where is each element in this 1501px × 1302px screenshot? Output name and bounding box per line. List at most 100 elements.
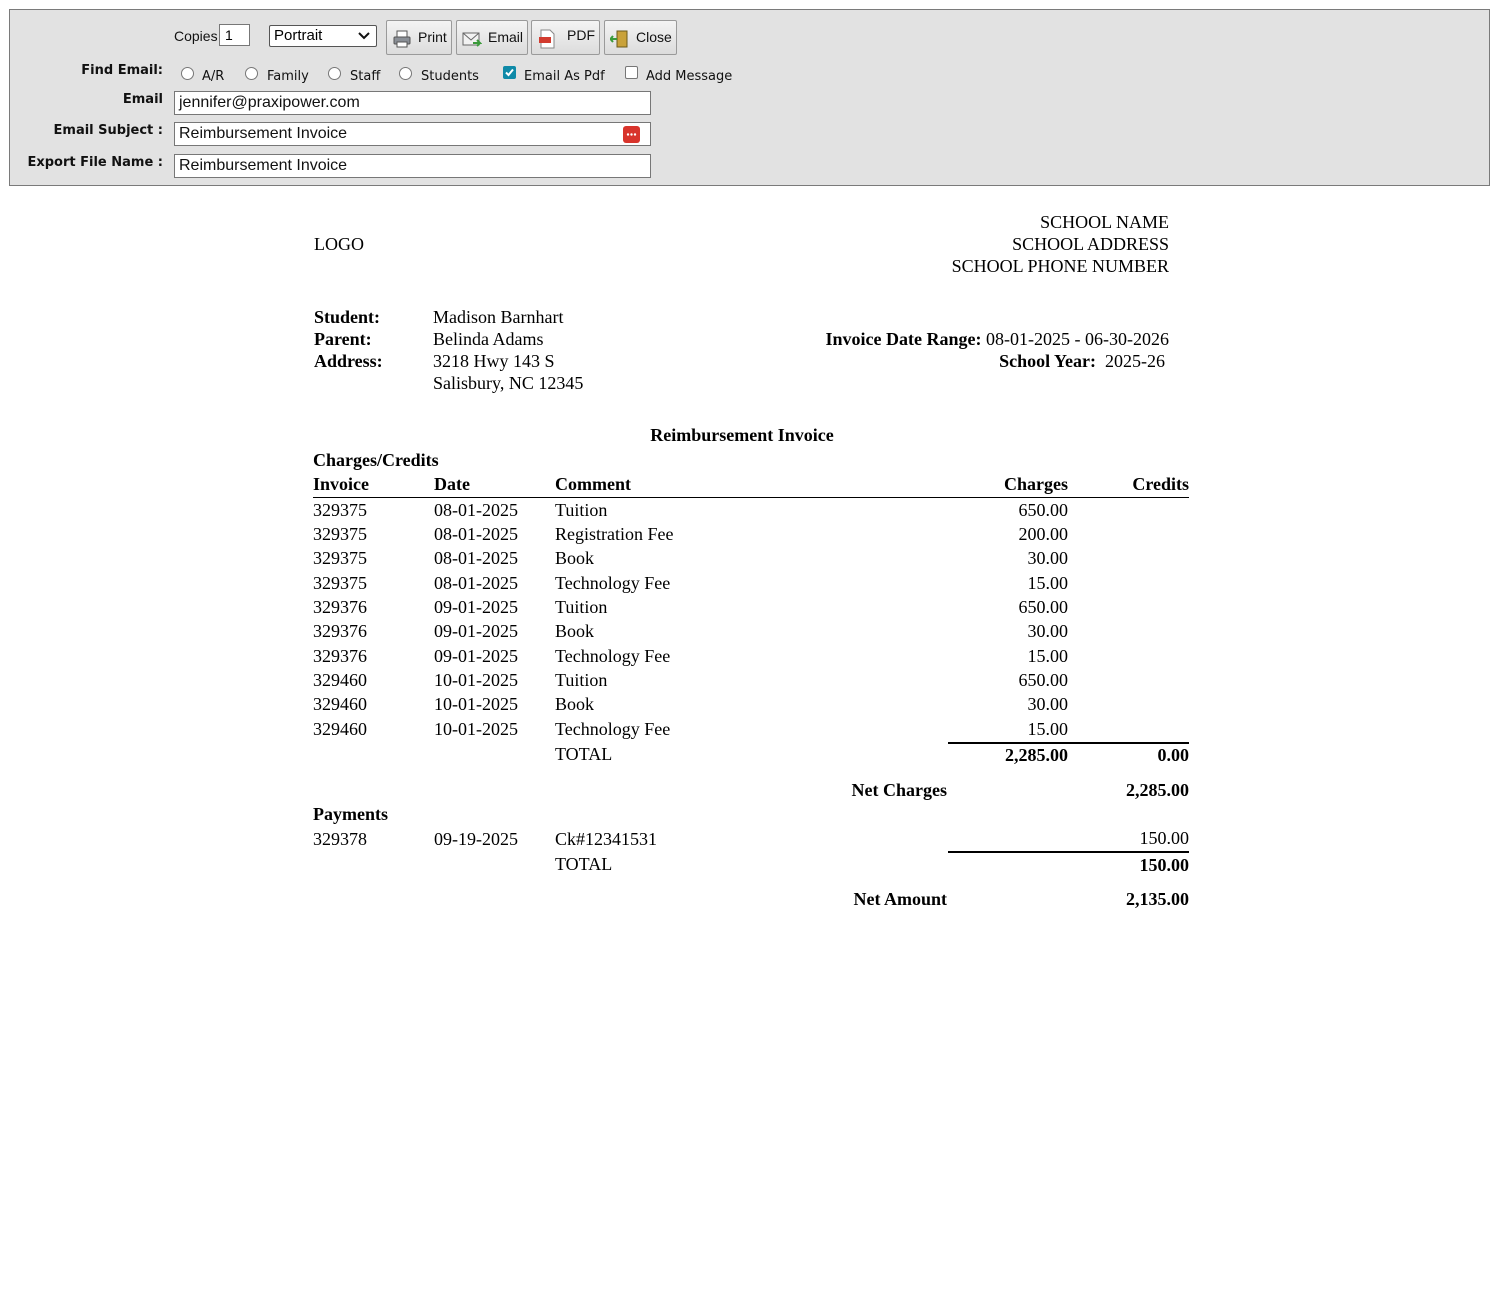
chevron-down-icon (358, 32, 370, 40)
row-charges: 650.00 (1018, 597, 1069, 617)
email-as-pdf-label: Email As Pdf (524, 69, 605, 84)
row-charges: 15.00 (1027, 646, 1069, 666)
payments-total: 150.00 (1139, 855, 1190, 875)
school-year-value: 2025-26 (1105, 351, 1165, 371)
copies-label: Copies (174, 28, 218, 44)
export-file-name-field[interactable]: Reimbursement Invoice (174, 154, 651, 178)
address-line1: 3218 Hwy 143 S (433, 351, 555, 371)
email-button[interactable]: Email (456, 20, 528, 55)
charges-credits-heading: Charges/Credits (313, 450, 439, 470)
charges-total-label: TOTAL (555, 744, 613, 764)
row-date: 08-01-2025 (434, 524, 518, 544)
address-line2: Salisbury, NC 12345 (433, 373, 584, 393)
payment-comment: Ck#12341531 (555, 829, 658, 849)
find-email-family-label: Family (267, 69, 309, 84)
payments-heading: Payments (313, 804, 388, 824)
invoice-title: Reimbursement Invoice (650, 425, 834, 445)
row-invoice: 329376 (313, 621, 367, 641)
email-icon (462, 32, 482, 47)
net-amount-value: 2,135.00 (1126, 889, 1189, 909)
row-charges: 30.00 (1027, 548, 1069, 568)
email-subject-value: Reimbursement Invoice (179, 125, 348, 142)
student-name: Madison Barnhart (433, 307, 564, 327)
payments-divider (948, 851, 1189, 853)
email-as-pdf-checkbox[interactable] (503, 66, 516, 79)
school-logo: LOGO (314, 234, 364, 254)
parent-label: Parent: (314, 329, 372, 349)
row-invoice: 329375 (313, 500, 367, 520)
add-message-label: Add Message (646, 69, 733, 84)
row-comment: Book (555, 694, 595, 714)
pdf-button[interactable]: PDF (531, 20, 600, 55)
row-invoice: 329376 (313, 597, 367, 617)
copies-input[interactable]: 1 (219, 24, 250, 46)
pdf-label: PDF (567, 27, 595, 43)
row-date: 10-01-2025 (434, 719, 518, 739)
row-charges: 30.00 (1027, 694, 1069, 714)
email-label: Email (488, 29, 524, 45)
row-comment: Book (555, 621, 595, 641)
print-button[interactable]: Print (386, 20, 452, 55)
row-invoice: 329376 (313, 646, 367, 666)
row-date: 09-01-2025 (434, 597, 518, 617)
find-email-students-radio[interactable] (399, 67, 412, 80)
parent-name: Belinda Adams (433, 329, 544, 349)
find-email-ar-label: A/R (202, 69, 225, 84)
find-email-staff-label: Staff (350, 69, 381, 84)
totals-divider (948, 742, 1189, 744)
total-charges: 2,285.00 (1005, 745, 1068, 765)
school-address: SCHOOL ADDRESS (1012, 234, 1169, 254)
email-subject-label: Email Subject : (53, 123, 163, 138)
invoice-date-range-value: 08-01-2025 - 06-30-2026 (986, 329, 1169, 349)
find-email-family-radio[interactable] (245, 67, 258, 80)
find-email-ar-radio[interactable] (181, 67, 194, 80)
address-label: Address: (314, 351, 383, 371)
email-field[interactable]: jennifer@praxipower.com (174, 91, 651, 115)
column-header-credits: Credits (1132, 474, 1189, 494)
close-button[interactable]: Close (604, 20, 677, 55)
total-credits: 0.00 (1157, 745, 1190, 765)
close-label: Close (636, 29, 672, 45)
row-charges: 15.00 (1027, 573, 1069, 593)
row-comment: Registration Fee (555, 524, 674, 544)
report-options-panel: Copies 1 Portrait Print Email PDF Close … (9, 9, 1490, 186)
student-label: Student: (314, 307, 381, 327)
pdf-icon (539, 29, 555, 49)
column-header-charges: Charges (1004, 474, 1068, 494)
email-subject-field[interactable]: Reimbursement Invoice (174, 122, 651, 146)
password-manager-icon[interactable] (623, 126, 640, 143)
row-charges: 650.00 (1018, 670, 1069, 690)
row-comment: Tuition (555, 500, 608, 520)
invoice-date-range: Invoice Date Range: 08-01-2025 - 06-30-2… (769, 329, 1169, 350)
invoice-date-range-label: Invoice Date Range: (825, 329, 982, 349)
orientation-select[interactable]: Portrait (269, 25, 377, 47)
row-invoice: 329460 (313, 670, 367, 690)
row-invoice: 329460 (313, 694, 367, 714)
add-message-checkbox[interactable] (625, 66, 638, 79)
school-name: SCHOOL NAME (1040, 212, 1169, 232)
row-charges: 200.00 (1018, 524, 1069, 544)
row-charges: 30.00 (1027, 621, 1069, 641)
row-charges: 15.00 (1027, 719, 1069, 739)
orientation-value: Portrait (274, 27, 323, 44)
find-email-staff-radio[interactable] (328, 67, 341, 80)
find-email-label: Find Email: (81, 63, 163, 78)
row-comment: Book (555, 548, 595, 568)
net-amount-label: Net Amount (853, 889, 948, 909)
print-label: Print (418, 29, 447, 45)
row-comment: Technology Fee (555, 573, 671, 593)
column-header-date: Date (434, 474, 470, 494)
row-date: 08-01-2025 (434, 500, 518, 520)
net-charges-label: Net Charges (851, 780, 947, 800)
row-date: 09-01-2025 (434, 621, 518, 641)
row-comment: Tuition (555, 670, 608, 690)
row-comment: Technology Fee (555, 719, 671, 739)
column-header-comment: Comment (555, 474, 631, 494)
export-file-name-label: Export File Name : (27, 155, 163, 170)
row-comment: Tuition (555, 597, 608, 617)
row-date: 10-01-2025 (434, 670, 518, 690)
payment-amount: 150.00 (1139, 828, 1190, 848)
net-charges-value: 2,285.00 (1126, 780, 1189, 800)
school-phone: SCHOOL PHONE NUMBER (951, 256, 1169, 276)
row-charges: 650.00 (1018, 500, 1069, 520)
